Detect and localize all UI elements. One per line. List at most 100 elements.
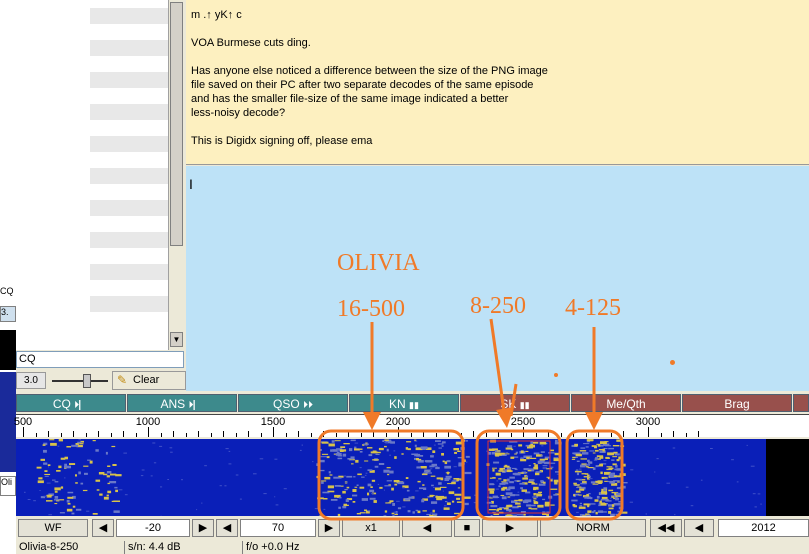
rx-line: less-noisy decode? [191,107,286,119]
clear-button-label: Clear [133,374,160,386]
scale-tick [523,427,524,437]
annotation-label-4-125: 4-125 [565,295,621,321]
scale-tick [73,431,74,437]
scale-tick [123,431,124,437]
macro-more-button[interactable] [793,394,809,412]
scale-tick [635,433,637,437]
scale-tick [310,433,312,437]
norm-button[interactable]: NORM [540,519,646,537]
ref-increase-icon[interactable]: ▶ [192,519,214,537]
scroll-thumb[interactable] [170,2,183,246]
scale-tick [510,433,512,437]
side-black-panel [0,330,16,370]
status-snr: s/n: 4.4 dB [124,541,240,554]
list-scrollbar[interactable]: ▼ [168,0,185,350]
scale-tick [223,431,224,437]
macro-text-field[interactable]: CQ [16,351,184,368]
scale-tick [298,431,299,437]
range-increase-icon[interactable]: ▶ [318,519,340,537]
range-field[interactable]: 70 [240,519,316,537]
scale-tick [385,433,387,437]
broom-icon: ✎ [117,373,128,387]
scale-tick [98,431,99,437]
slider-thumb[interactable] [83,374,91,388]
rx-line: This is Digidx signing off, please ema [191,135,373,147]
scale-label: 500 [13,416,33,428]
scale-label: 1000 [135,416,161,428]
pause-icon: ▮▮ [519,400,530,410]
signal-list-panel[interactable] [16,0,171,350]
scale-tick [648,427,649,437]
scale-tick [273,427,274,437]
list-row [90,136,170,152]
stop-icon[interactable]: ■ [454,519,480,537]
scale-tick [110,433,112,437]
receive-text-pane[interactable]: m .↑ yK↑ c VOA Burmese cuts ding. Has an… [186,0,809,165]
squelch-slider[interactable] [50,374,110,388]
side-cq-label: CQ [0,286,16,302]
macro-kn-button[interactable]: KN ▮▮ [349,394,459,412]
scale-tick [585,433,587,437]
text-cursor: I [189,176,193,192]
scale-tick [398,427,399,437]
scale-tick [560,433,562,437]
scale-tick [160,433,162,437]
ref-decrease-icon[interactable]: ◀ [92,519,114,537]
list-row [90,264,170,280]
scale-tick [210,433,212,437]
scale-tick [148,427,149,437]
clear-button[interactable]: ✎ Clear [112,371,186,390]
play-icon: ⏵▏ [188,400,204,411]
macro-sk-button[interactable]: SK ▮▮ [460,394,570,412]
range-decrease-icon[interactable]: ◀ [216,519,238,537]
rx-line: VOA Burmese cuts ding. [191,37,311,49]
rx-line: Has anyone else noticed a difference bet… [191,65,548,77]
scale-tick [685,433,687,437]
scale-tick [410,433,412,437]
list-row [90,296,170,312]
macro-meqth-button[interactable]: Me/Qth [571,394,681,412]
shift-left-icon[interactable]: ◀ [402,519,452,537]
scale-tick [335,433,337,437]
frequency-scale[interactable]: 500 1000 1500 2000 2500 3000 [13,414,809,437]
scale-tick [435,433,437,437]
scale-label: 2000 [385,416,411,428]
scale-tick [360,433,362,437]
play-icon: ⏵▏ [74,400,90,411]
scale-tick [35,433,37,437]
annotation-label-8-250: 8-250 [470,293,526,319]
scale-tick [498,431,499,437]
scale-tick [423,431,424,437]
scale-tick [673,431,674,437]
speed-button[interactable]: x1 [342,519,400,537]
list-row [90,232,170,248]
scale-tick [260,433,262,437]
step-back-icon[interactable]: ◀ [684,519,714,537]
scale-tick [598,431,599,437]
transmit-text-pane[interactable]: I [186,166,809,391]
rx-line: and has the smaller file-size of the sam… [191,93,509,105]
fast-rewind-icon[interactable]: ◀◀ [650,519,682,537]
frequency-field[interactable]: 2012 [718,519,809,537]
left-side-strip: CQ 3. Oli [0,0,16,554]
list-row [90,72,170,88]
scale-tick [660,433,662,437]
squelch-value[interactable]: 3.0 [16,372,46,389]
scale-tick [48,431,49,437]
macro-qso-button[interactable]: QSO ⏵⏵ [238,394,348,412]
macro-brag-button[interactable]: Brag [682,394,792,412]
side-mode-label: Oli [0,476,16,496]
scale-label: 2500 [510,416,536,428]
macro-cq-button[interactable]: CQ ⏵▏ [16,394,126,412]
scale-label: 1500 [260,416,286,428]
scale-tick [185,433,187,437]
waterfall-display[interactable] [16,439,809,519]
shift-right-icon[interactable]: ▶ [482,519,538,537]
scroll-down-icon[interactable]: ▼ [170,332,183,347]
forward-icon: ⏵⏵ [303,400,313,411]
macro-ans-button[interactable]: ANS ⏵▏ [127,394,237,412]
waterfall-mode-button[interactable]: WF [18,519,88,537]
annotation-label-16-500: 16-500 [337,296,405,322]
ref-level-field[interactable]: -20 [116,519,190,537]
side-value-button[interactable]: 3. [0,306,16,322]
